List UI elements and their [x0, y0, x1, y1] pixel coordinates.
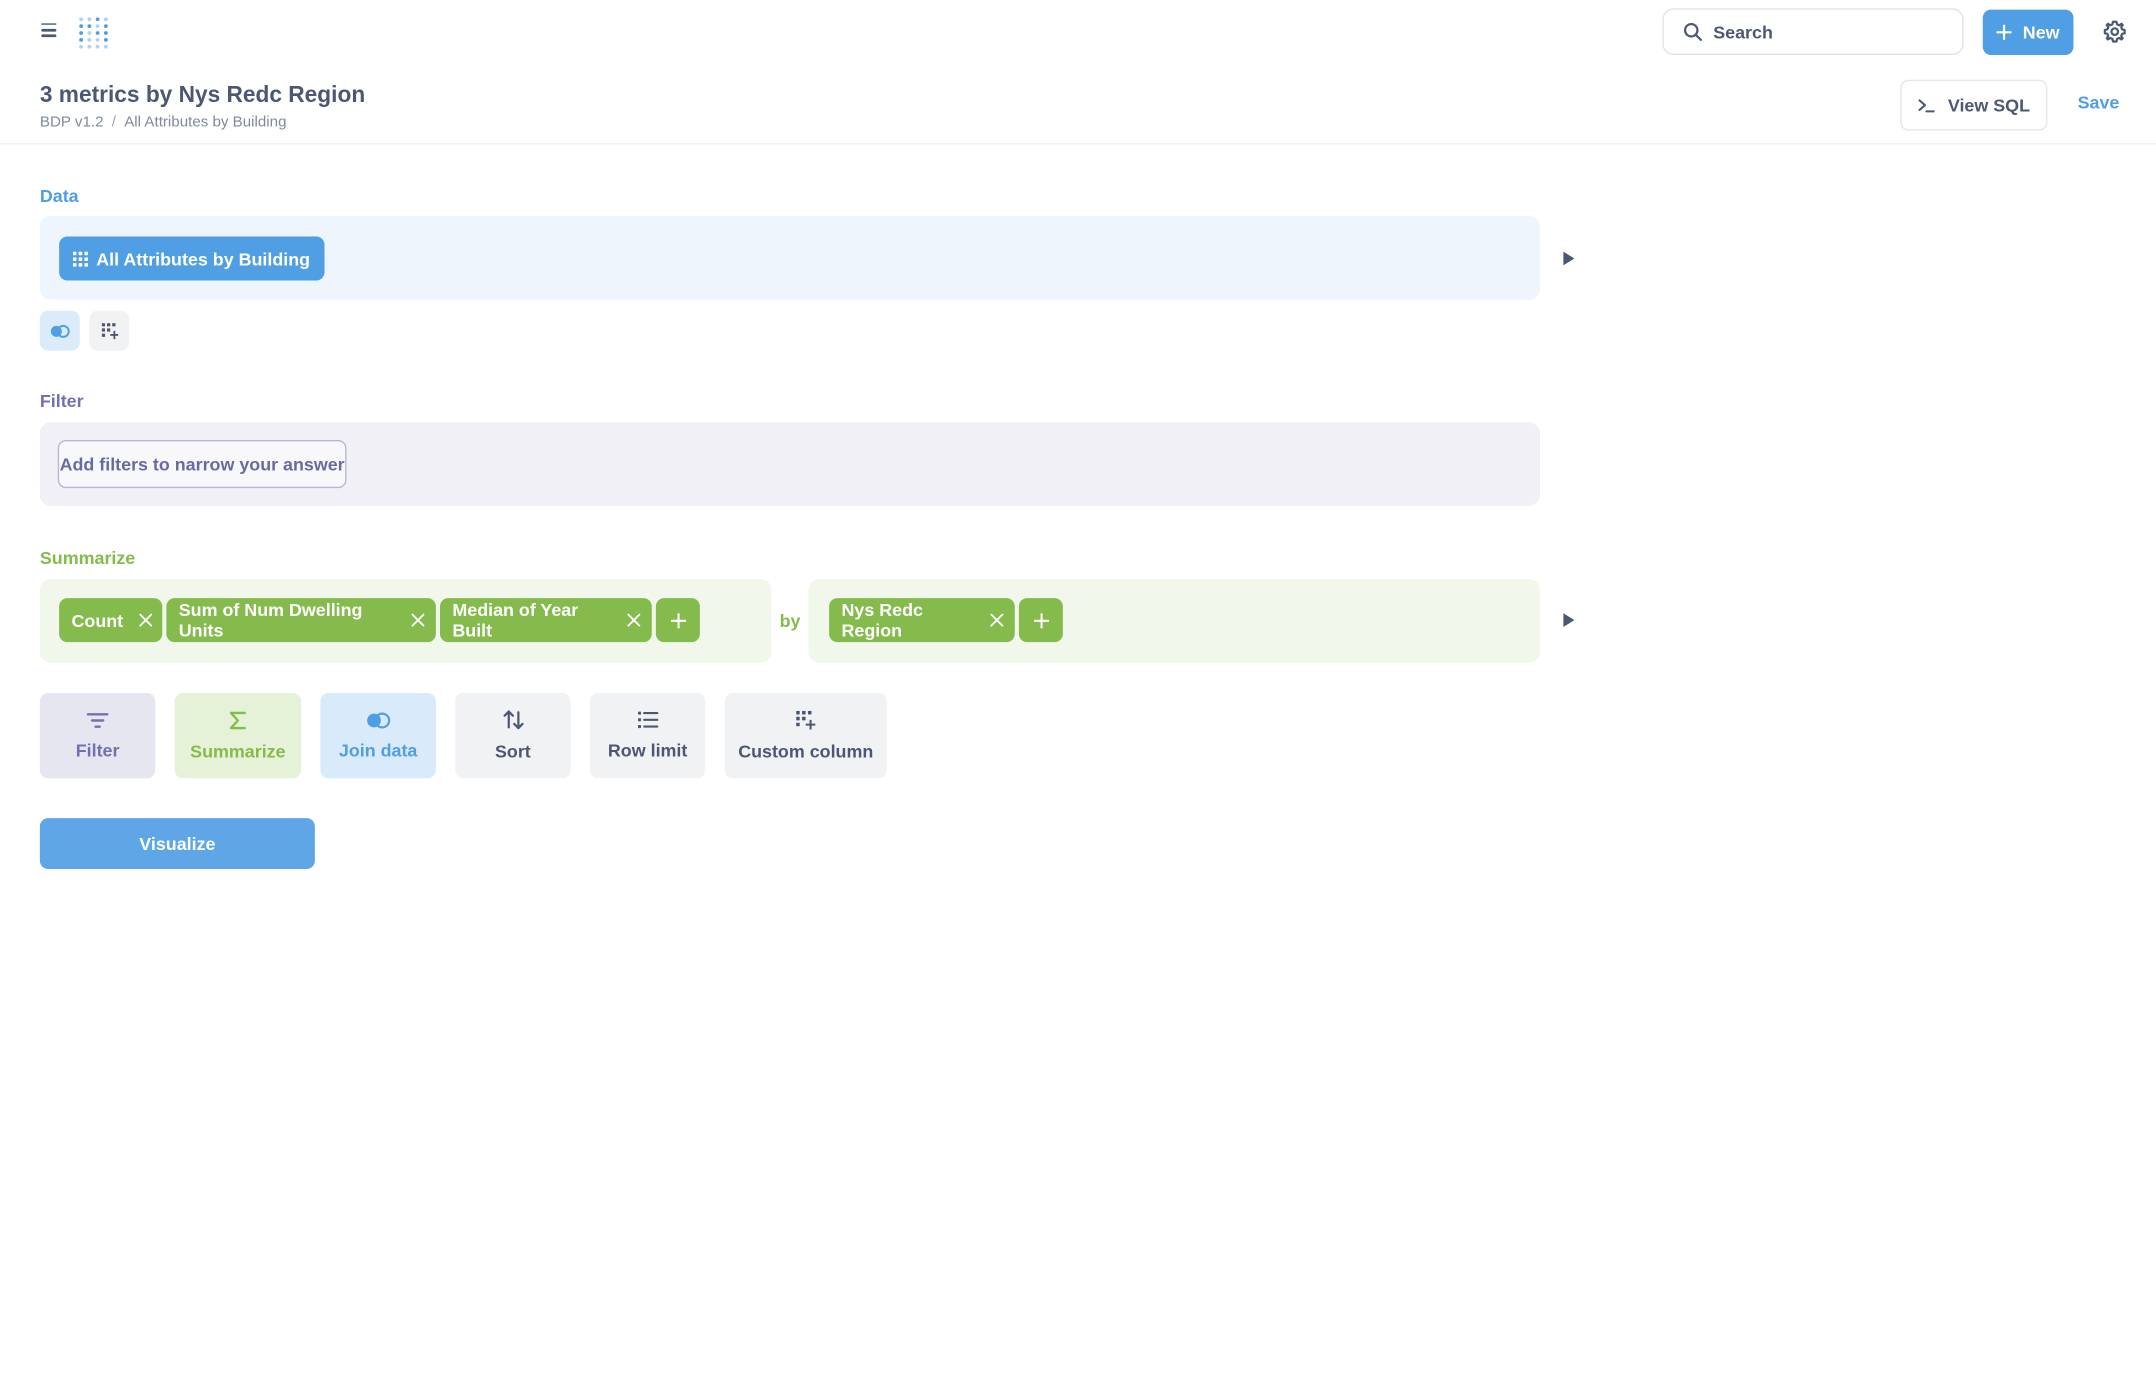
view-sql-button[interactable]: View SQL	[1900, 79, 2048, 131]
breadcrumb-separator: /	[111, 114, 116, 131]
plus-icon	[1996, 24, 2012, 40]
join-data-action-label: Join data	[338, 739, 418, 760]
terminal-icon	[1917, 98, 1935, 112]
header-divider	[0, 143, 2156, 145]
view-sql-label: View SQL	[1947, 94, 2030, 116]
custom-column-tool-button[interactable]	[89, 310, 130, 351]
sort-action-label: Sort	[495, 741, 531, 762]
join-icon	[50, 324, 70, 338]
custom-column-action-button[interactable]: Custom column	[724, 693, 887, 779]
filter-section-label: Filter	[39, 390, 84, 412]
close-icon[interactable]	[411, 613, 425, 627]
add-grouping-button[interactable]	[1018, 598, 1063, 643]
join-data-action-button[interactable]: Join data	[320, 693, 436, 779]
filter-icon	[86, 712, 109, 728]
metric-pill-label: Sum of Num Dwelling Units	[178, 599, 363, 641]
close-icon[interactable]	[138, 613, 152, 627]
filter-action-label: Filter	[75, 739, 120, 760]
sort-icon	[502, 710, 523, 730]
visualize-button[interactable]: Visualize	[39, 818, 315, 869]
plus-icon	[1033, 612, 1049, 628]
breadcrumb-table[interactable]: All Attributes by Building	[124, 114, 286, 131]
metabase-logo[interactable]	[76, 12, 115, 51]
search-input[interactable]	[1713, 21, 1947, 42]
by-label: by	[779, 610, 801, 632]
row-limit-action-label: Row limit	[607, 739, 688, 761]
preview-summarize-triangle-right-icon[interactable]	[1563, 613, 1575, 627]
close-icon[interactable]	[627, 613, 641, 627]
metric-pill-label: Count	[71, 609, 124, 631]
join-icon	[367, 711, 391, 728]
add-filter-button[interactable]: Add filters to narrow your answer	[57, 440, 347, 489]
add-column-icon	[101, 322, 118, 339]
summarize-action-label: Summarize	[190, 740, 286, 762]
list-icon	[637, 711, 658, 729]
top-nav: New	[0, 0, 2156, 63]
data-section-label: Data	[39, 185, 79, 207]
data-source-pill[interactable]: All Attributes by Building	[59, 236, 324, 281]
custom-column-action-label: Custom column	[738, 740, 874, 762]
grouping-pill[interactable]: Nys Redc Region	[829, 598, 1015, 643]
add-column-icon	[796, 710, 816, 729]
summarize-action-button[interactable]: Summarize	[174, 693, 302, 779]
search-icon	[1683, 22, 1702, 41]
app-canvas: New 3 metrics by Nys Redc Region BDP v1.…	[0, 0, 2156, 1389]
page-title: 3 metrics by Nys Redc Region	[39, 82, 366, 108]
row-limit-action-button[interactable]: Row limit	[589, 693, 706, 779]
sigma-icon	[229, 711, 246, 729]
sort-action-button[interactable]: Sort	[455, 693, 571, 779]
new-button[interactable]: New	[1982, 9, 2074, 55]
metric-pill[interactable]: Median of Year Built	[440, 598, 652, 643]
metric-pill-label: Median of Year Built	[452, 599, 579, 641]
join-tool-button[interactable]	[39, 310, 80, 351]
close-icon[interactable]	[990, 613, 1004, 627]
table-icon	[72, 250, 88, 267]
plus-icon	[670, 612, 686, 628]
breadcrumb-database[interactable]: BDP v1.2	[40, 114, 104, 131]
gear-icon[interactable]	[2102, 19, 2127, 44]
add-metric-button[interactable]	[655, 598, 700, 643]
new-button-label: New	[2022, 22, 2060, 43]
metric-pill[interactable]: Count	[59, 598, 163, 643]
menu-icon[interactable]	[39, 19, 61, 44]
save-button[interactable]: Save	[2078, 92, 2120, 113]
preview-data-triangle-right-icon[interactable]	[1563, 251, 1575, 266]
search-box[interactable]	[1662, 8, 1964, 55]
metric-pill[interactable]: Sum of Num Dwelling Units	[166, 598, 436, 643]
data-source-label: All Attributes by Building	[96, 248, 311, 269]
filter-action-button[interactable]: Filter	[39, 693, 156, 779]
breadcrumb: BDP v1.2 / All Attributes by Building	[40, 114, 287, 131]
grouping-pill-label: Nys Redc Region	[841, 599, 923, 641]
summarize-section-label: Summarize	[39, 547, 136, 568]
